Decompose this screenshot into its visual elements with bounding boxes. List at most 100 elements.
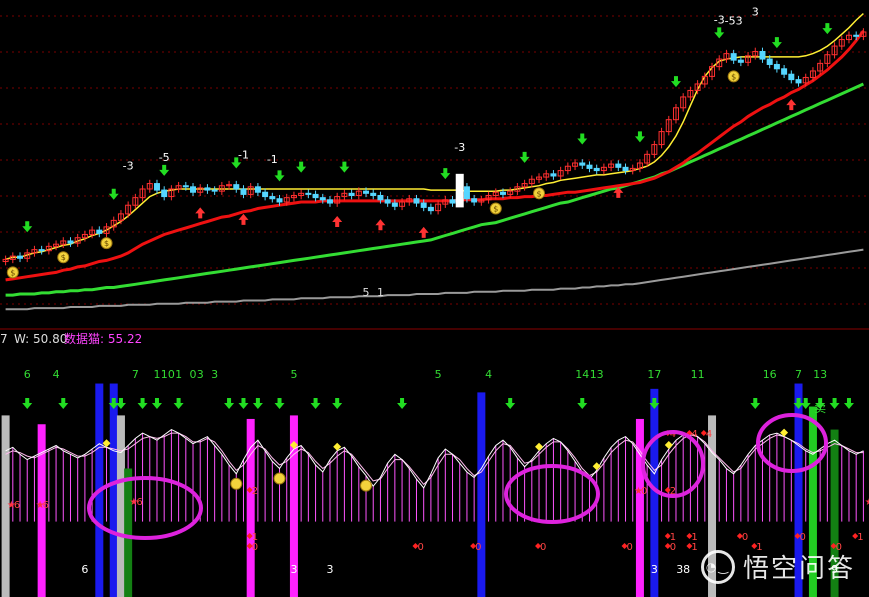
candle-body <box>622 166 629 172</box>
candle-body <box>363 190 370 194</box>
buy-arrow-icon <box>577 133 588 145</box>
candle-body <box>759 50 766 60</box>
osc-buy-arrow-icon <box>238 398 249 409</box>
osc-bottom-label: 3 <box>326 563 333 576</box>
candle-body <box>550 173 557 177</box>
buy-arrow-icon <box>440 168 451 180</box>
candle-body <box>449 199 456 204</box>
osc-top-label: 5 <box>290 368 297 381</box>
osc-diamond-label: 0 <box>540 542 546 553</box>
price-annotation-label: 1 <box>377 286 384 299</box>
candle-body <box>269 196 276 200</box>
price-annotation-label: -53 <box>725 14 743 27</box>
price-annotation-label: -1 <box>238 149 249 162</box>
candle-body <box>471 198 478 203</box>
indicator-header-prefix: 7 <box>0 332 8 346</box>
osc-top-label: 13 <box>813 368 827 381</box>
candle-body <box>391 202 398 207</box>
osc-buy-arrow-icon <box>505 398 516 409</box>
osc-top-label: 1 <box>161 368 168 381</box>
osc-top-label: 1 <box>153 368 160 381</box>
osc-top-label: 4 <box>53 368 60 381</box>
osc-tall-bar <box>246 418 255 597</box>
osc-top-label: 16 <box>763 368 777 381</box>
sell-arrow-icon <box>418 226 429 238</box>
candle-body <box>730 53 737 61</box>
candle-body <box>312 193 319 199</box>
candle-body <box>254 186 261 193</box>
candle-body <box>182 185 189 188</box>
osc-buy-arrow-icon <box>310 398 321 409</box>
money-bag-glyph: $ <box>493 204 498 213</box>
money-bag-glyph: $ <box>10 268 15 277</box>
candle-body <box>737 59 744 63</box>
candle-body <box>190 186 197 193</box>
candle-body <box>211 189 218 192</box>
osc-top-label: 6 <box>24 368 31 381</box>
watermark-text: 悟空问答 <box>742 554 855 584</box>
osc-diamond-label: 0 <box>475 542 481 553</box>
buy-arrow-icon <box>822 23 833 35</box>
osc-diamond-label: 4 <box>706 429 712 440</box>
buy-arrow-icon <box>634 131 645 143</box>
candle-body <box>384 199 391 204</box>
price-annotation-label: -3 <box>123 159 134 172</box>
osc-diamond-label: 6 <box>136 497 142 508</box>
candle-body <box>233 184 240 190</box>
osc-buy-arrow-icon <box>577 398 588 409</box>
candle-body <box>788 73 795 81</box>
osc-diamond-label: 6 <box>43 500 49 511</box>
sell-arrow-icon <box>195 207 206 219</box>
candle-body <box>161 189 168 198</box>
osc-top-label: 13 <box>590 368 604 381</box>
buy-arrow-icon <box>296 161 307 173</box>
osc-top-label: 5 <box>435 368 442 381</box>
osc-tall-bar <box>116 415 125 597</box>
candle-body <box>96 229 103 234</box>
osc-buy-arrow-icon <box>58 398 69 409</box>
osc-diamond-label: 2 <box>252 486 258 497</box>
osc-buy-arrow-icon <box>332 398 343 409</box>
buy-arrow-icon <box>771 37 782 49</box>
candle-body <box>204 187 211 191</box>
candle-body <box>17 255 24 259</box>
osc-buy-arrow-icon <box>151 398 162 409</box>
ma-fast-line <box>5 13 864 261</box>
osc-diamond-label: 1 <box>857 532 863 543</box>
osc-buy-arrow-icon <box>22 398 33 409</box>
osc-top-label: 7 <box>795 368 802 381</box>
sell-arrow-icon <box>238 213 249 225</box>
osc-buy-arrow-icon <box>397 398 408 409</box>
osc-diamond-label: 0 <box>627 542 633 553</box>
candle-body <box>326 199 333 204</box>
yellow-diamond-icon <box>535 442 544 451</box>
osc-money-bag-icon <box>273 472 286 485</box>
osc-bottom-label: 3 <box>290 563 297 576</box>
osc-bottom-label: 38 <box>676 563 690 576</box>
osc-tall-bar <box>635 418 644 597</box>
osc-top-label: 14 <box>575 368 589 381</box>
candlesticks <box>2 28 867 266</box>
highlighted-candle <box>455 173 464 208</box>
candle-body <box>377 194 384 201</box>
candle-body <box>413 198 420 204</box>
osc-diamond-label: 0 <box>641 486 647 497</box>
osc-tall-bar <box>124 468 133 597</box>
osc-diamond-label: 0 <box>800 532 806 543</box>
candle-body <box>593 167 600 172</box>
candle-body <box>781 68 788 75</box>
osc-top-label: 17 <box>647 368 661 381</box>
price-annotation-label: 3 <box>752 6 759 19</box>
osc-buy-arrow-icon <box>137 398 148 409</box>
money-bag-glyph: $ <box>731 72 736 81</box>
sell-arrow-icon <box>332 216 343 228</box>
price-annotation-label: 5 <box>363 286 370 299</box>
price-annotation-label: -1 <box>267 153 278 166</box>
candle-body <box>853 34 860 37</box>
sell-arrow-icon <box>375 219 386 231</box>
osc-top-label: 3 <box>197 368 204 381</box>
indicator-header-w: W: 50.80 <box>14 332 67 346</box>
osc-diamond-label: 6 <box>14 500 20 511</box>
candle-body <box>38 249 45 252</box>
candle-body <box>795 79 802 84</box>
